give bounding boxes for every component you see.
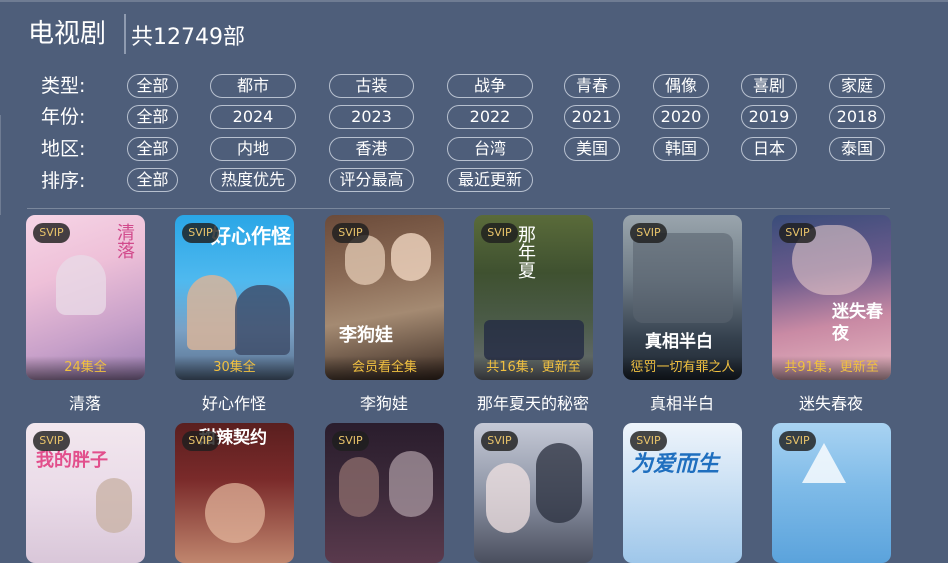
poster-art-title: 为爱而生 (631, 452, 720, 477)
episode-status: 共91集，更新至 (772, 356, 891, 380)
svip-badge: SVIP (630, 431, 667, 451)
poster-figure (56, 255, 106, 315)
chip-year-2019[interactable]: 2019 (741, 105, 797, 129)
poster-card[interactable]: 好心作怪 SVIP 30集全 (175, 215, 294, 380)
header-divider (124, 14, 126, 54)
poster-figure (205, 483, 265, 543)
top-border (0, 0, 948, 2)
poster-title: 清落 (68, 394, 101, 413)
svip-badge: SVIP (182, 431, 219, 451)
content-divider (27, 208, 890, 209)
poster-title: 好心作怪 (201, 394, 266, 413)
svip-badge: SVIP (332, 431, 369, 451)
chip-type-comedy[interactable]: 喜剧 (741, 74, 797, 98)
poster-card[interactable]: 甜辣契约 SVIP (175, 423, 294, 563)
svip-badge: SVIP (182, 223, 219, 243)
poster-title: 那年夏天的秘密 (476, 394, 589, 413)
poster-figure (633, 233, 733, 323)
poster-card[interactable]: 李狗娃 SVIP 会员看全集 (325, 215, 444, 380)
episode-status: 会员看全集 (325, 356, 444, 380)
poster-art-title: 真相半白 (645, 332, 713, 352)
poster-card[interactable]: 迷失春夜 SVIP 共91集，更新至 (772, 215, 891, 380)
chip-year-2020[interactable]: 2020 (653, 105, 709, 129)
poster-card[interactable]: SVIP (325, 423, 444, 563)
episode-status: 30集全 (175, 356, 294, 380)
poster-figure (486, 463, 530, 533)
total-count: 共12749部 (131, 25, 245, 50)
svip-badge: SVIP (481, 431, 518, 451)
chip-region-usa[interactable]: 美国 (564, 137, 620, 161)
chip-type-all[interactable]: 全部 (127, 74, 178, 98)
poster-figure (187, 275, 237, 350)
chip-region-thailand[interactable]: 泰国 (829, 137, 885, 161)
chip-sort-popular[interactable]: 热度优先 (210, 168, 296, 192)
poster-figure (389, 451, 433, 517)
svip-badge: SVIP (779, 431, 816, 451)
chip-type-urban[interactable]: 都市 (210, 74, 296, 98)
poster-figure (96, 478, 132, 533)
poster-art-title: 清落 (114, 223, 135, 259)
chip-region-korea[interactable]: 韩国 (653, 137, 709, 161)
poster-card[interactable]: 我的胖子 SVIP (26, 423, 145, 563)
filter-label-type: 类型: (41, 75, 86, 97)
poster-figure (484, 320, 584, 360)
poster-card[interactable]: SVIP (772, 423, 891, 563)
poster-card[interactable]: 清落 SVIP 24集全 (26, 215, 145, 380)
svip-badge: SVIP (33, 431, 70, 451)
poster-figure (536, 443, 582, 523)
left-edge (0, 115, 1, 215)
chip-type-family[interactable]: 家庭 (829, 74, 885, 98)
chip-region-hongkong[interactable]: 香港 (329, 137, 414, 161)
chip-year-2022[interactable]: 2022 (447, 105, 533, 129)
chip-type-costume[interactable]: 古装 (329, 74, 414, 98)
chip-sort-latest[interactable]: 最近更新 (447, 168, 533, 192)
chip-type-idol[interactable]: 偶像 (653, 74, 709, 98)
chip-year-2023[interactable]: 2023 (329, 105, 414, 129)
episode-status: 共16集，更新至 (474, 356, 593, 380)
episode-status: 惩罚一切有罪之人 (623, 356, 742, 380)
svip-badge: SVIP (33, 223, 70, 243)
chip-region-taiwan[interactable]: 台湾 (447, 137, 533, 161)
filter-label-year: 年份: (41, 106, 86, 128)
episode-status: 24集全 (26, 356, 145, 380)
chip-region-mainland[interactable]: 内地 (210, 137, 296, 161)
poster-card[interactable]: 为爱而生 SVIP (623, 423, 742, 563)
chip-sort-rating[interactable]: 评分最高 (329, 168, 414, 192)
chip-sort-all[interactable]: 全部 (127, 168, 178, 192)
svip-badge: SVIP (332, 223, 369, 243)
poster-title: 李狗娃 (359, 394, 408, 413)
chip-type-youth[interactable]: 青春 (564, 74, 620, 98)
poster-figure (339, 457, 379, 517)
poster-art-title: 迷失春夜 (832, 302, 883, 344)
poster-card[interactable]: 那年夏 SVIP 共16集，更新至 (474, 215, 593, 380)
svip-badge: SVIP (630, 223, 667, 243)
chip-year-2024[interactable]: 2024 (210, 105, 296, 129)
chip-type-war[interactable]: 战争 (447, 74, 533, 98)
filter-label-sort: 排序: (41, 170, 86, 192)
svip-badge: SVIP (481, 223, 518, 243)
poster-figure (235, 285, 290, 355)
page-title: 电视剧 (28, 19, 107, 49)
filter-label-region: 地区: (41, 138, 86, 160)
poster-title: 真相半白 (649, 394, 714, 413)
poster-title: 迷失春夜 (798, 394, 863, 413)
svip-badge: SVIP (779, 223, 816, 243)
chip-year-2018[interactable]: 2018 (829, 105, 885, 129)
chip-year-2021[interactable]: 2021 (564, 105, 620, 129)
poster-figure (391, 233, 431, 281)
chip-region-all[interactable]: 全部 (127, 137, 178, 161)
poster-card[interactable]: 真相半白 SVIP 惩罚一切有罪之人 (623, 215, 742, 380)
poster-card[interactable]: SVIP (474, 423, 593, 563)
poster-art-title: 李狗娃 (339, 325, 393, 346)
poster-art-title: 我的胖子 (36, 450, 108, 471)
chip-region-japan[interactable]: 日本 (741, 137, 797, 161)
chip-year-all[interactable]: 全部 (127, 105, 178, 129)
